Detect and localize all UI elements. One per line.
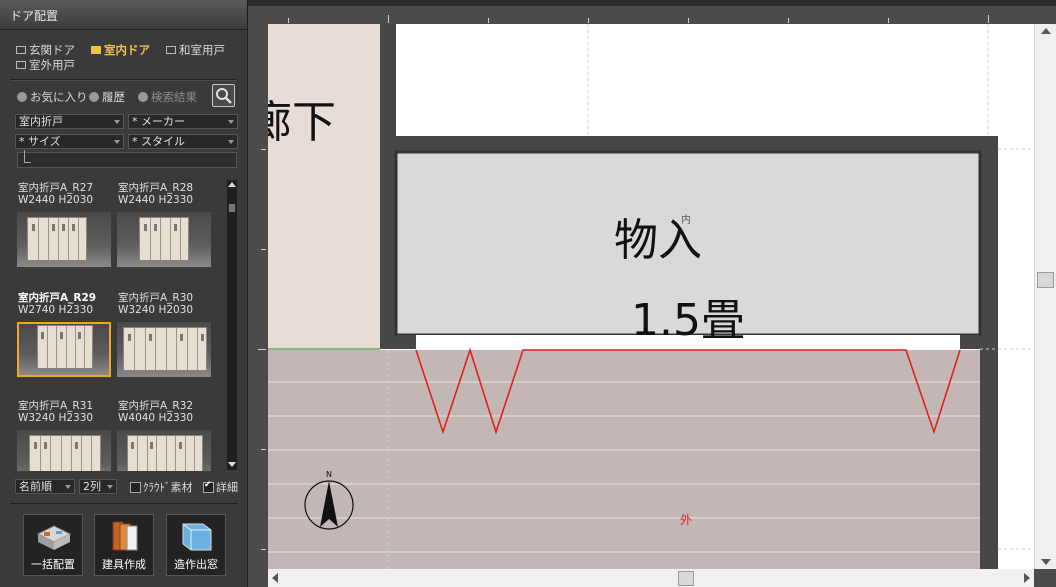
folding-door-image	[127, 435, 203, 471]
sort-select[interactable]: 名前順	[15, 479, 75, 494]
cloud-material-checkbox[interactable]: ｸﾗｳﾄﾞ素材	[130, 479, 193, 495]
checkbox-checked-icon	[203, 480, 214, 493]
category-japanese-room-door[interactable]: 和室用戸	[166, 42, 225, 58]
door-item[interactable]: 室内折戸A_R32 W4040 H2330	[114, 394, 214, 471]
tree-branch-icon	[24, 150, 31, 163]
horizontal-scrollbar[interactable]	[268, 569, 1034, 587]
outside-label: 外	[680, 513, 693, 527]
scroll-thumb[interactable]	[678, 571, 694, 586]
clock-icon	[89, 91, 99, 102]
item-thumbnail	[17, 322, 111, 377]
door-item[interactable]: 室内折戸A_R27 W2440 H2030	[14, 176, 114, 281]
svg-text:N: N	[326, 470, 332, 479]
floor-plan-canvas: N 廊下 物入 内 1.5畳 外	[248, 6, 1056, 587]
category-interior-door[interactable]: 室内ドア	[91, 42, 150, 58]
search-results-tab[interactable]: 検索結果	[138, 89, 197, 105]
folder-icon	[16, 60, 26, 69]
item-name: 室内折戸A_R28	[118, 182, 194, 194]
scroll-up-arrow-icon[interactable]	[1041, 28, 1051, 34]
inside-label: 内	[681, 215, 691, 226]
action-buttons: 一括配置 建具作成 造作出窓	[10, 503, 238, 584]
room-size-label: 1.5畳	[631, 295, 745, 346]
style-select[interactable]: * スタイル	[128, 134, 238, 149]
chevron-down-icon	[107, 485, 113, 489]
hallway-label: 廊下	[268, 97, 336, 148]
divider	[10, 79, 237, 81]
item-dimensions: W2740 H2330	[18, 304, 94, 316]
vertical-scrollbar[interactable]	[1034, 24, 1056, 569]
panel-title: ドア配置	[0, 0, 247, 30]
bay-window-icon	[182, 523, 212, 551]
item-thumbnail	[17, 430, 111, 471]
folder-icon	[166, 45, 176, 54]
checkbox-icon	[130, 481, 141, 493]
item-thumbnail	[117, 212, 211, 267]
folding-door-image	[27, 217, 87, 261]
left-ruler	[248, 24, 268, 569]
doors-icon	[112, 521, 138, 551]
category-entrance-door[interactable]: 玄関ドア	[16, 42, 75, 58]
scroll-down-arrow-icon[interactable]	[228, 462, 236, 467]
item-dimensions: W2440 H2330	[118, 194, 194, 206]
chevron-down-icon	[114, 140, 120, 144]
columns-select[interactable]: 2列	[79, 479, 117, 494]
chevron-down-icon	[228, 120, 234, 124]
folder-path-field[interactable]	[17, 150, 237, 168]
chevron-down-icon	[65, 485, 71, 489]
folding-door-image	[37, 325, 93, 369]
detail-checkbox[interactable]: 詳細	[203, 479, 238, 495]
history-tab[interactable]: 履歴	[89, 89, 125, 105]
chevron-down-icon	[228, 140, 234, 144]
scroll-thumb[interactable]	[1037, 272, 1054, 288]
bay-window-button[interactable]: 造作出窓	[166, 514, 226, 576]
top-ruler	[268, 6, 1034, 24]
item-dimensions: W2440 H2030	[18, 194, 94, 206]
plan-view[interactable]: N 廊下 物入 内 1.5畳 外	[268, 24, 1034, 569]
item-thumbnail	[17, 212, 111, 267]
item-name: 室内折戸A_R31	[18, 400, 94, 412]
item-thumbnail	[117, 322, 211, 377]
magnifier-icon	[216, 88, 232, 104]
create-fitting-button[interactable]: 建具作成	[94, 514, 154, 576]
item-name: 室内折戸A_R32	[118, 400, 194, 412]
folding-door-image	[29, 435, 101, 471]
scroll-right-arrow-icon[interactable]	[1024, 573, 1030, 583]
door-item[interactable]: 室内折戸A_R31 W3240 H2330	[14, 394, 114, 471]
scroll-up-arrow-icon[interactable]	[228, 182, 236, 187]
item-name: 室内折戸A_R30	[118, 292, 194, 304]
folder-icon	[16, 45, 26, 54]
bulk-place-button[interactable]: 一括配置	[23, 514, 83, 576]
type-select[interactable]: 室内折戸	[15, 114, 124, 129]
search-small-icon	[138, 91, 148, 102]
room-layout-icon	[36, 525, 72, 550]
item-name: 室内折戸A_R27	[18, 182, 94, 194]
scroll-down-arrow-icon[interactable]	[1041, 559, 1051, 565]
item-thumbnail	[117, 430, 211, 471]
size-select[interactable]: * サイズ	[15, 134, 124, 149]
favorites-tab[interactable]: お気に入り	[17, 89, 88, 105]
chevron-down-icon	[114, 120, 120, 124]
door-item-selected[interactable]: 室内折戸A_R29 W2740 H2330	[14, 286, 114, 391]
maker-select[interactable]: * メーカー	[128, 114, 238, 129]
item-dimensions: W3240 H2330	[18, 412, 94, 424]
star-icon	[17, 91, 27, 102]
scroll-left-arrow-icon[interactable]	[272, 573, 278, 583]
door-placement-panel: ドア配置 玄関ドア 室内ドア 和室用戸 室外用戸 お気に入り 履歴 検索結果 室…	[0, 0, 248, 587]
search-button[interactable]	[212, 84, 235, 107]
folder-icon	[91, 45, 101, 54]
folding-door-image	[139, 217, 189, 261]
item-dimensions: W4040 H2330	[118, 412, 194, 424]
scroll-thumb[interactable]	[229, 204, 235, 212]
folding-door-image	[123, 327, 207, 371]
item-dimensions: W3240 H2030	[118, 304, 194, 316]
door-item[interactable]: 室内折戸A_R28 W2440 H2330	[114, 176, 214, 281]
list-scrollbar[interactable]	[227, 180, 237, 470]
item-name: 室内折戸A_R29	[18, 292, 97, 304]
door-item-grid: 室内折戸A_R27 W2440 H2030 室内折戸A_R28 W2440 H2…	[14, 176, 226, 471]
door-item[interactable]: 室内折戸A_R30 W3240 H2030	[114, 286, 214, 391]
category-exterior-door[interactable]: 室外用戸	[16, 57, 75, 73]
